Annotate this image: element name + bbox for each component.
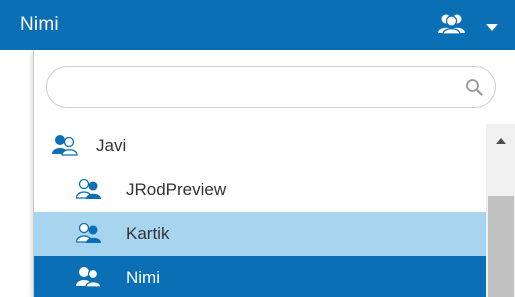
account-switcher-header[interactable]: Nimi: [0, 0, 515, 50]
account-item-nimi[interactable]: Nimi: [34, 256, 486, 297]
search-box[interactable]: [46, 66, 496, 109]
account-item-jrodpreview[interactable]: JRodPreview: [34, 168, 486, 212]
user-group-icon: [52, 134, 78, 156]
account-dropdown-panel: Javi JRodPreview Kartik Nimi: [33, 50, 515, 297]
account-list: Javi JRodPreview Kartik Nimi: [34, 124, 486, 297]
account-item-label: Javi: [96, 136, 127, 155]
account-item-javi[interactable]: Javi: [34, 124, 486, 168]
search-input[interactable]: [63, 67, 457, 109]
users-group-icon[interactable]: [437, 13, 467, 35]
account-item-label: Nimi: [126, 268, 160, 287]
account-item-label: Kartik: [126, 224, 170, 243]
account-item-label: JRodPreview: [126, 180, 227, 199]
caret-down-icon[interactable]: [485, 20, 499, 31]
user-group-outline-icon: [75, 222, 102, 244]
search-icon[interactable]: [465, 78, 483, 96]
list-scrollbar[interactable]: [486, 124, 515, 297]
account-item-kartik[interactable]: Kartik: [34, 212, 486, 256]
user-group-outline-icon: [75, 178, 102, 200]
user-group-icon: [76, 266, 102, 288]
scroll-up-arrow-icon[interactable]: [495, 132, 507, 144]
current-account-title: Nimi: [20, 14, 59, 35]
scrollbar-thumb[interactable]: [488, 196, 514, 297]
